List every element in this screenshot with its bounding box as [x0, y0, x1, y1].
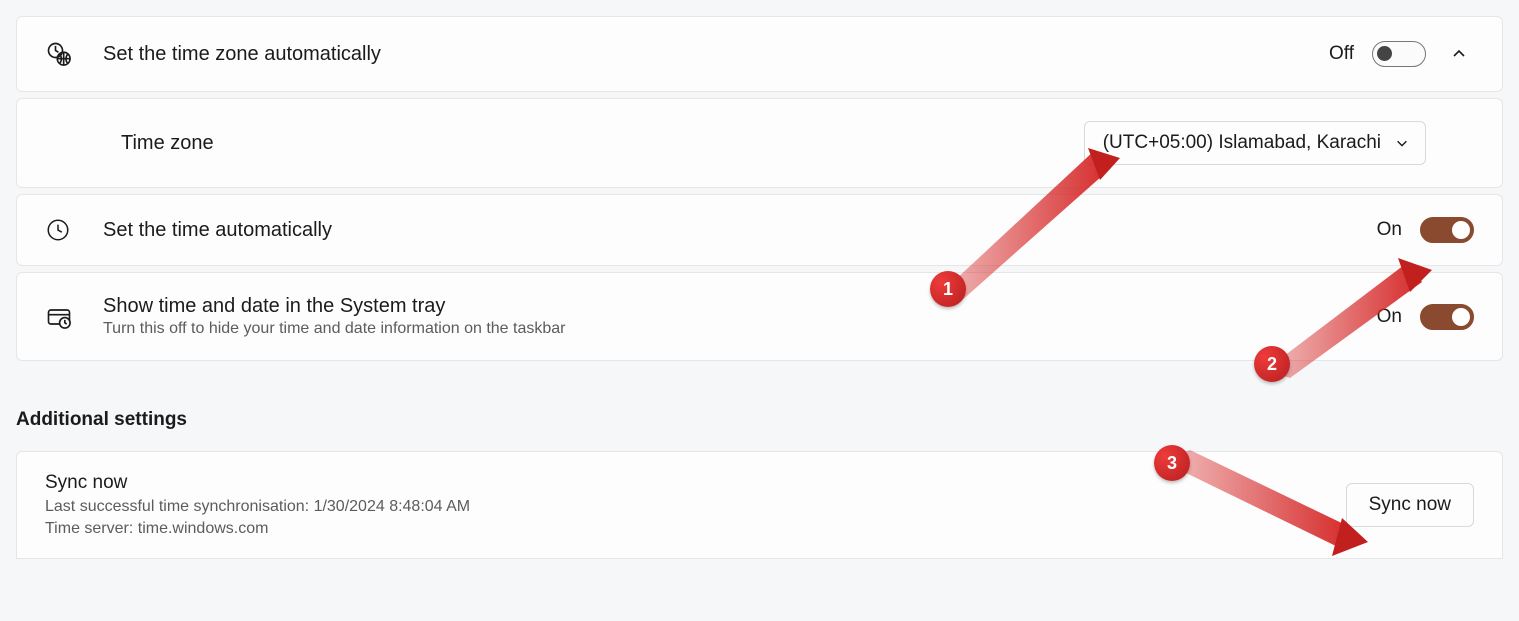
sync-title: Sync now: [45, 472, 1346, 494]
toggle-label: On: [1377, 306, 1402, 328]
toggle-label: Off: [1329, 43, 1354, 65]
chevron-down-icon: [1395, 136, 1409, 150]
chevron-up-icon: [1451, 46, 1467, 62]
auto-time-toggle[interactable]: [1420, 217, 1474, 243]
time-zone-selected-value: (UTC+05:00) Islamabad, Karachi: [1103, 132, 1381, 154]
globe-clock-icon: [45, 40, 103, 68]
time-zone-select[interactable]: (UTC+05:00) Islamabad, Karachi: [1084, 121, 1426, 165]
row-sync-now: Sync now Last successful time synchronis…: [16, 451, 1503, 559]
system-tray-toggle[interactable]: [1420, 304, 1474, 330]
row-title: Time zone: [121, 132, 1084, 155]
expand-collapse-button[interactable]: [1444, 39, 1474, 69]
row-set-time-auto: Set the time automatically On: [16, 194, 1503, 266]
sync-time-server: Time server: time.windows.com: [45, 520, 1346, 538]
row-system-tray-time: Show time and date in the System tray Tu…: [16, 272, 1503, 361]
clock-icon: [45, 217, 103, 243]
taskbar-clock-icon: [45, 303, 103, 331]
sync-now-button-label: Sync now: [1369, 494, 1451, 515]
sync-last-sync: Last successful time synchronisation: 1/…: [45, 498, 1346, 516]
row-subtitle: Turn this off to hide your time and date…: [103, 320, 1377, 338]
auto-time-zone-toggle[interactable]: [1372, 41, 1426, 67]
row-time-zone: Time zone (UTC+05:00) Islamabad, Karachi: [16, 98, 1503, 188]
toggle-label: On: [1377, 219, 1402, 241]
row-set-time-zone-auto[interactable]: Set the time zone automatically Off: [16, 16, 1503, 92]
row-title: Show time and date in the System tray: [103, 295, 1377, 318]
sync-now-button[interactable]: Sync now: [1346, 483, 1474, 527]
row-title: Set the time zone automatically: [103, 43, 1329, 66]
row-title: Set the time automatically: [103, 219, 1377, 242]
section-heading-additional: Additional settings: [16, 409, 1503, 431]
